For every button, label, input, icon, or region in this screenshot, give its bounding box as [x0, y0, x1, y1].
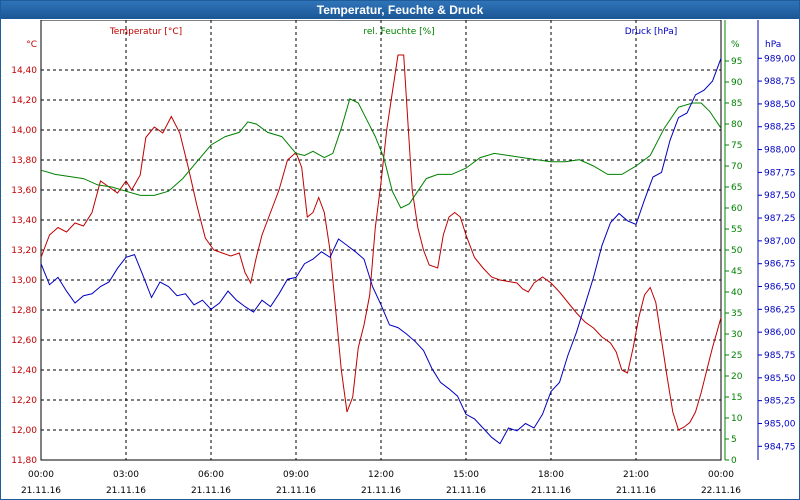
temperature-tick-label: 11,80 [11, 456, 37, 466]
humidity-tick-label: 75 [731, 141, 742, 151]
humidity-tick-label: 60 [731, 204, 743, 214]
pressure-tick-label: 987,00 [764, 237, 796, 247]
chart-canvas: 11,80 12,00 12,20 12,40 12,60 12,80 13,00 13,20… [11, 20, 796, 496]
pressure-unit-label: hPa [765, 40, 781, 50]
temperature-tick-label: 12,20 [11, 396, 37, 406]
x-tick-time-label: 00:00 [28, 470, 54, 480]
humidity-tick-label: 0 [731, 456, 737, 466]
x-tick-date-label: 21.11.16 [21, 486, 61, 496]
x-tick-time-label: 06:00 [198, 470, 224, 480]
pressure-tick-label: 985,75 [764, 351, 796, 361]
series-label-left: Temperatur [°C] [109, 27, 182, 37]
humidity-tick-label: 45 [731, 267, 742, 277]
temperature-tick-label: 13,60 [11, 186, 37, 196]
pressure-tick-label: 986,00 [764, 328, 796, 338]
pressure-tick-label: 984,75 [764, 442, 796, 452]
pressure-tick-label: 987,75 [764, 168, 796, 178]
humidity-unit-label: % [731, 40, 740, 50]
pressure-tick-label: 985,00 [764, 419, 796, 429]
humidity-tick-label: 50 [731, 246, 743, 256]
humidity-tick-label: 85 [731, 99, 742, 109]
x-tick-date-label: 21.11.16 [191, 486, 231, 496]
humidity-tick-label: 10 [731, 414, 743, 424]
x-tick-date-label: 21.11.16 [531, 486, 571, 496]
temperature-tick-label: 14,20 [11, 96, 37, 106]
x-tick-date-label: 21.11.16 [361, 486, 401, 496]
humidity-tick-label: 70 [731, 162, 743, 172]
pressure-tick-label: 988,75 [764, 77, 796, 87]
temperature-tick-label: 13,40 [11, 216, 37, 226]
pressure-tick-label: 987,25 [764, 214, 796, 224]
x-tick-date-label: 21.11.16 [446, 486, 486, 496]
x-tick-date-label: 22.11.16 [701, 486, 741, 496]
x-tick-time-label: 03:00 [113, 470, 139, 480]
pressure-tick-label: 986,50 [764, 283, 796, 293]
humidity-tick-label: 95 [731, 57, 742, 67]
pressure-tick-label: 987,50 [764, 191, 796, 201]
x-tick-date-label: 21.11.16 [106, 486, 146, 496]
humidity-tick-label: 15 [731, 393, 742, 403]
x-tick-time-label: 21:00 [623, 470, 649, 480]
temperature-tick-label: 13,80 [11, 156, 37, 166]
humidity-tick-label: 40 [731, 288, 743, 298]
temperature-tick-label: 12,40 [11, 366, 37, 376]
chart-window: Temperatur, Feuchte & Druck 11,80 12,00 12… [0, 0, 800, 500]
temperature-unit-label: °C [26, 40, 37, 50]
x-tick-date-label: 21.11.16 [616, 486, 656, 496]
series-label-middle: rel. Feuchte [%] [363, 27, 434, 37]
pressure-tick-label: 985,25 [764, 397, 796, 407]
humidity-tick-label: 65 [731, 183, 742, 193]
x-tick-date-label: 21.11.16 [276, 486, 316, 496]
temperature-tick-label: 13,00 [11, 276, 37, 286]
temperature-tick-label: 14,00 [11, 126, 37, 136]
temperature-tick-label: 12,60 [11, 336, 37, 346]
humidity-tick-label: 20 [731, 372, 743, 382]
humidity-tick-label: 90 [731, 78, 743, 88]
temperature-tick-label: 12,80 [11, 306, 37, 316]
humidity-tick-label: 5 [731, 435, 737, 445]
window-title: Temperatur, Feuchte & Druck [1, 1, 799, 19]
x-tick-time-label: 18:00 [538, 470, 564, 480]
pressure-tick-label: 988,25 [764, 123, 796, 133]
temperature-tick-label: 12,00 [11, 426, 37, 436]
pressure-tick-label: 988,50 [764, 100, 796, 110]
pressure-tick-label: 986,75 [764, 260, 796, 270]
x-tick-time-label: 00:00 [708, 470, 734, 480]
x-tick-time-label: 15:00 [453, 470, 479, 480]
humidity-tick-label: 55 [731, 225, 742, 235]
pressure-tick-label: 988,00 [764, 146, 796, 156]
x-tick-time-label: 12:00 [368, 470, 394, 480]
pressure-tick-label: 986,25 [764, 305, 796, 315]
series-label-right: Druck [hPa] [625, 27, 678, 37]
x-tick-time-label: 09:00 [283, 470, 309, 480]
pressure-tick-label: 985,50 [764, 374, 796, 384]
humidity-tick-label: 25 [731, 351, 742, 361]
pressure-tick-label: 989,00 [764, 54, 796, 64]
temperature-tick-label: 13,20 [11, 246, 37, 256]
humidity-tick-label: 35 [731, 309, 742, 319]
temperature-tick-label: 14,40 [11, 66, 37, 76]
humidity-tick-label: 80 [731, 120, 743, 130]
humidity-tick-label: 30 [731, 330, 743, 340]
